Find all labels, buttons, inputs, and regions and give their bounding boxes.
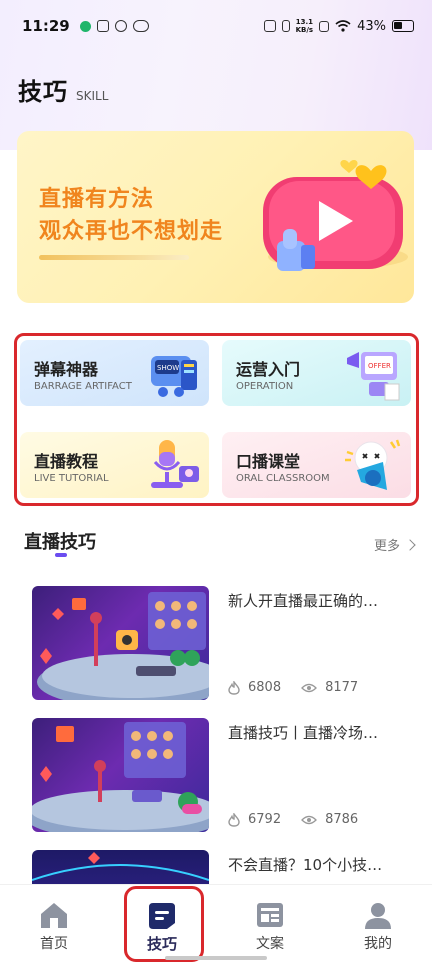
svg-text:SHOW: SHOW	[157, 364, 179, 372]
bottom-navigation: 首页 技巧 文案 我的	[0, 884, 432, 964]
studio-desk-illustration	[37, 592, 209, 700]
home-indicator[interactable]	[165, 956, 267, 960]
fire-icon	[228, 680, 240, 695]
chevron-right-icon	[404, 538, 416, 551]
chat-notification-icon	[79, 20, 91, 32]
battery-icon	[392, 20, 414, 32]
profile-icon	[365, 903, 391, 929]
feature-subtitle: LIVE TUTORIAL	[34, 473, 109, 484]
feature-subtitle: OPERATION	[236, 381, 294, 392]
battery-percent: 43%	[357, 18, 386, 34]
operation-computer-icon: OFFER	[347, 352, 400, 401]
likes-count: 6792	[248, 812, 282, 827]
video-play-illustration	[263, 160, 408, 271]
promo-banner[interactable]: 直播有方法 观众再也不想划走	[17, 131, 414, 303]
vibrate-icon	[281, 20, 290, 32]
nav-home[interactable]: 首页	[0, 885, 108, 964]
article-title: 新人开直播最正确的…	[228, 592, 379, 610]
likes-count: 6808	[248, 680, 282, 695]
feature-title: 运营入门	[236, 360, 301, 379]
system-indicators: 13.1 KB/s 43%	[263, 18, 414, 34]
more-label: 更多	[373, 539, 400, 554]
active-tab-highlight	[124, 886, 204, 962]
svg-text:OFFER: OFFER	[368, 362, 391, 370]
wifi-icon	[335, 20, 351, 32]
banner-decor-bar	[39, 255, 189, 260]
barrage-robot-icon: SHOW	[151, 356, 197, 397]
feature-subtitle: ORAL CLASSROOM	[236, 473, 330, 484]
nav-profile[interactable]: 我的	[324, 885, 432, 964]
network-speed: 13.1 KB/s	[295, 18, 314, 34]
article-thumbnail	[32, 586, 209, 700]
no-sim-icon	[319, 20, 330, 32]
status-bar: 11:29 13.1 KB/s 43%	[0, 0, 432, 52]
nav-label: 文案	[256, 936, 284, 952]
views-count: 8177	[325, 680, 359, 695]
nav-copywriting[interactable]: 文案	[216, 885, 324, 964]
views-count: 8786	[325, 812, 359, 827]
microphone-icon	[151, 440, 199, 488]
list-item[interactable]: 不会直播？10个小技…	[32, 850, 412, 884]
section-title-underline	[55, 553, 67, 557]
camera-icon	[263, 20, 276, 32]
eye-icon	[301, 683, 318, 692]
feature-subtitle: BARRAGE ARTIFACT	[34, 381, 132, 392]
studio-desk-illustration	[32, 722, 209, 832]
page-title: 技巧 SKILL	[18, 72, 108, 107]
feature-card-operation[interactable]: 运营入门 OPERATION OFFER	[222, 340, 411, 406]
feature-card-barrage[interactable]: 弹幕神器 BARRAGE ARTIFACT SHOW	[20, 340, 209, 406]
page-title-text: 技巧	[18, 78, 68, 106]
link-notification-icon	[114, 20, 127, 32]
copywriting-icon	[257, 903, 283, 927]
section-title: 直播技巧	[24, 532, 96, 553]
banner-line2: 观众再也不想划走	[39, 219, 224, 244]
article-thumbnail	[32, 718, 209, 832]
more-button[interactable]: 更多	[373, 535, 416, 554]
list-item[interactable]: 直播技巧丨直播冷场… 6792 8786	[32, 718, 412, 832]
feature-title: 口播课堂	[236, 452, 301, 471]
feature-title: 直播教程	[34, 452, 99, 471]
notification-icons	[79, 20, 149, 32]
megaphone-mascot-icon	[345, 439, 401, 490]
article-title: 不会直播？10个小技…	[228, 856, 383, 874]
eye-icon	[301, 815, 318, 824]
app-notification-icon	[96, 20, 109, 32]
article-title: 直播技巧丨直播冷场…	[228, 724, 379, 742]
list-item[interactable]: 新人开直播最正确的… 6808 8177	[32, 586, 412, 700]
more-notification-icon	[132, 20, 149, 32]
fire-icon	[228, 812, 240, 827]
feature-card-tutorial[interactable]: 直播教程 LIVE TUTORIAL	[20, 432, 209, 498]
nav-label: 我的	[364, 936, 392, 952]
home-icon	[41, 903, 67, 928]
feature-title: 弹幕神器	[34, 360, 99, 379]
feature-card-classroom[interactable]: 口播课堂 ORAL CLASSROOM	[222, 432, 411, 498]
neon-grid-illustration	[32, 852, 209, 881]
article-stats: 6792 8786	[228, 812, 358, 827]
article-thumbnail	[32, 850, 209, 884]
page-subtitle: SKILL	[76, 89, 109, 103]
banner-line1: 直播有方法	[39, 187, 155, 212]
nav-label: 首页	[40, 936, 68, 952]
article-stats: 6808 8177	[228, 680, 358, 695]
status-time: 11:29	[22, 17, 70, 35]
